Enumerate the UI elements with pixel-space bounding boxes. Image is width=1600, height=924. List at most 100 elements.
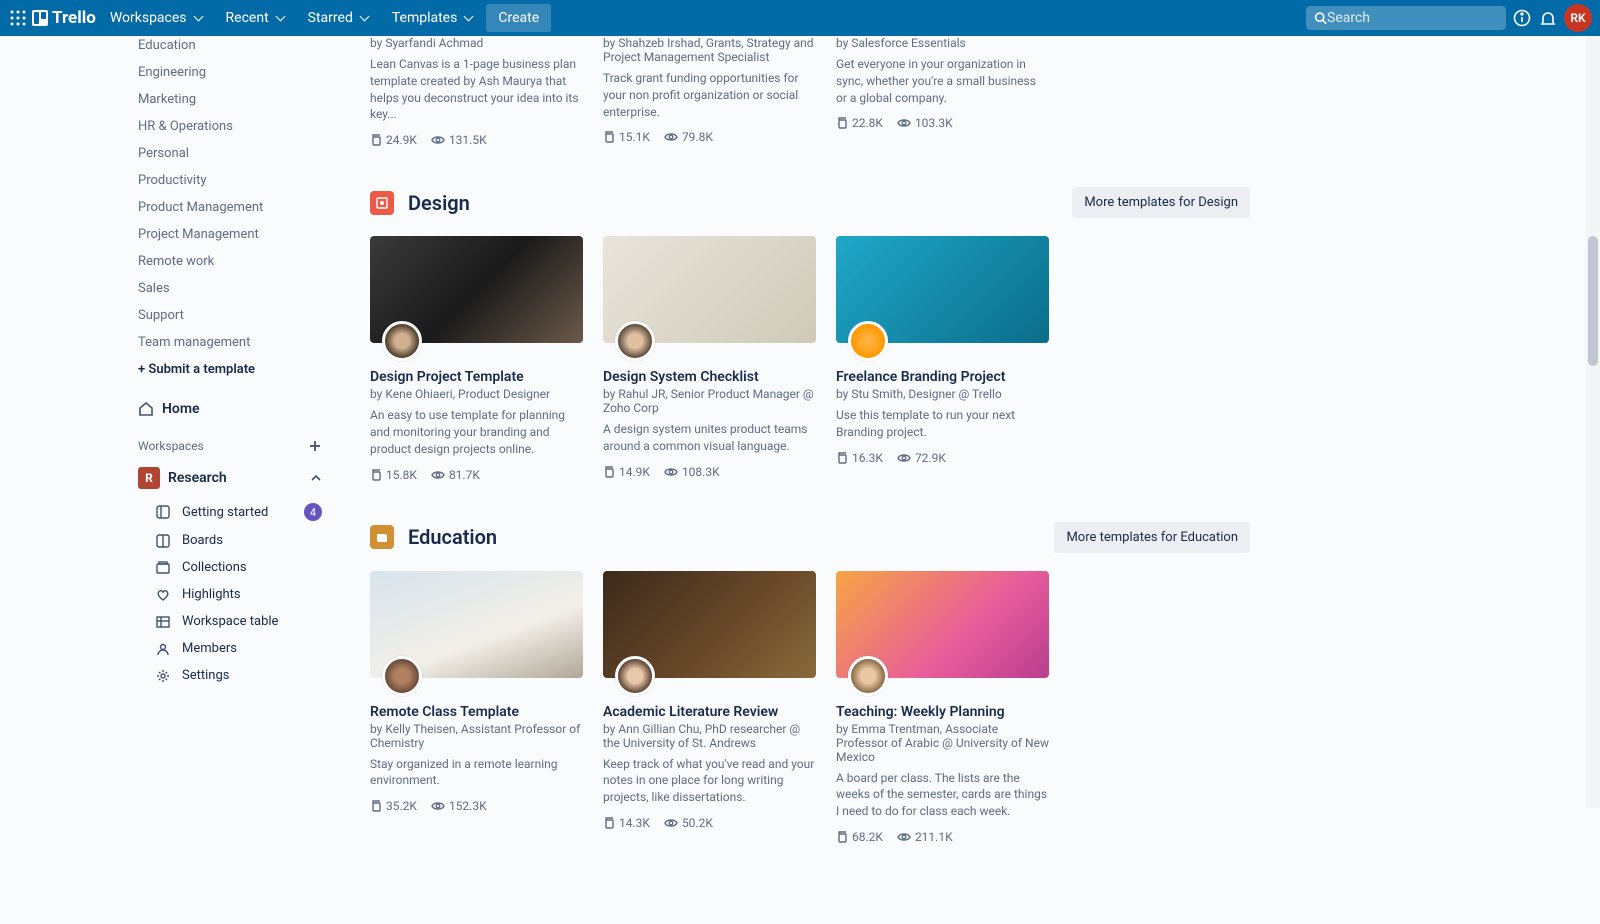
sidebar-cat-project-management[interactable]: Project Management [130, 221, 330, 248]
sidebar-cat-remote-work[interactable]: Remote work [130, 248, 330, 275]
eye-icon [897, 452, 911, 464]
template-card[interactable]: by Shahzeb Irshad, Grants, Strategy and … [603, 36, 816, 147]
card-stats: 35.2K 152.3K [370, 799, 583, 813]
template-card[interactable]: by Salesforce Essentials Get everyone in… [836, 36, 1049, 147]
template-card[interactable]: Design Project Template by Kene Ohiaeri,… [370, 236, 583, 481]
user-avatar[interactable]: RK [1564, 4, 1592, 32]
template-card[interactable]: Design System Checklist by Rahul JR, Sen… [603, 236, 816, 481]
ws-item-members[interactable]: Members [130, 635, 330, 662]
card-author: by Salesforce Essentials [836, 36, 1049, 50]
ws-item-highlights[interactable]: Highlights [130, 581, 330, 608]
card-image [370, 571, 583, 678]
ws-item-label: Members [182, 641, 237, 656]
card-author: by Rahul JR, Senior Product Manager @ Zo… [603, 387, 816, 415]
template-card[interactable]: Freelance Branding Project by Stu Smith,… [836, 236, 1049, 481]
chevron-up-icon [310, 472, 322, 484]
card-author: by Kene Ohiaeri, Product Designer [370, 387, 583, 401]
card-avatar [615, 321, 655, 361]
eye-icon [664, 466, 678, 478]
eye-icon [664, 817, 678, 829]
brand-logo[interactable]: Trello [32, 8, 96, 28]
card-avatar [848, 656, 888, 696]
scrollbar[interactable] [1586, 36, 1600, 808]
workspace-row-research[interactable]: R Research [130, 459, 330, 497]
card-desc: Track grant funding opportunities for yo… [603, 70, 816, 120]
copy-icon [603, 817, 615, 829]
template-card[interactable]: by Syarfandi Achmad Lean Canvas is a 1-p… [370, 36, 583, 147]
template-card[interactable]: Teaching: Weekly Planning by Emma Trentm… [836, 571, 1049, 844]
card-author: by Ann Gillian Chu, PhD researcher @ the… [603, 722, 816, 750]
ws-item-label: Getting started [182, 505, 268, 520]
menu-templates[interactable]: Templates [382, 4, 483, 32]
card-image [603, 571, 816, 678]
card-desc: Keep track of what you've read and your … [603, 756, 816, 806]
card-desc: An easy to use template for planning and… [370, 407, 583, 457]
menu-recent[interactable]: Recent [216, 4, 294, 32]
card-author: by Emma Trentman, Associate Professor of… [836, 722, 1049, 764]
collections-icon [156, 561, 172, 575]
template-card[interactable]: Remote Class Template by Kelly Theisen, … [370, 571, 583, 844]
sidebar-cat-personal[interactable]: Personal [130, 140, 330, 167]
card-title: Teaching: Weekly Planning [836, 704, 1049, 720]
ws-item-label: Boards [182, 533, 223, 548]
section-title-design: Design [408, 191, 470, 215]
ws-item-settings[interactable]: Settings [130, 662, 330, 689]
info-icon[interactable] [1512, 8, 1532, 28]
card-image [836, 236, 1049, 343]
sidebar-submit-template[interactable]: + Submit a template [130, 356, 330, 383]
menu-workspaces[interactable]: Workspaces [100, 4, 212, 32]
create-button[interactable]: Create [486, 4, 551, 32]
sidebar-cat-product-management[interactable]: Product Management [130, 194, 330, 221]
sidebar-cat-hr-operations[interactable]: HR & Operations [130, 113, 330, 140]
ws-item-label: Collections [182, 560, 247, 575]
scrollbar-thumb[interactable] [1588, 236, 1598, 366]
card-author: by Stu Smith, Designer @ Trello [836, 387, 1049, 401]
card-stats: 15.8K 81.7K [370, 468, 583, 482]
ws-item-label: Settings [182, 668, 229, 683]
brand-text: Trello [52, 8, 96, 28]
card-stats: 22.8K 103.3K [836, 116, 1049, 130]
ws-item-collections[interactable]: Collections [130, 554, 330, 581]
sidebar-cat-productivity[interactable]: Productivity [130, 167, 330, 194]
card-desc: A design system unites product teams aro… [603, 421, 816, 455]
sidebar-cat-sales[interactable]: Sales [130, 275, 330, 302]
heart-icon [156, 588, 172, 602]
sidebar-cat-engineering[interactable]: Engineering [130, 59, 330, 86]
apps-icon[interactable] [8, 8, 28, 28]
menu-starred[interactable]: Starred [298, 4, 378, 32]
eye-icon [431, 800, 445, 812]
copy-icon [370, 134, 382, 146]
copy-icon [370, 800, 382, 812]
eye-icon [897, 831, 911, 843]
copy-icon [836, 117, 848, 129]
card-title: Remote Class Template [370, 704, 583, 720]
card-image [603, 236, 816, 343]
sidebar-home[interactable]: Home [130, 393, 330, 425]
card-avatar [382, 656, 422, 696]
search-input[interactable] [1327, 10, 1498, 26]
sidebar-cat-team-management[interactable]: Team management [130, 329, 330, 356]
card-stats: 68.2K 211.1K [836, 830, 1049, 844]
workspace-name: Research [168, 470, 227, 486]
card-image [836, 571, 1049, 678]
boards-icon [156, 534, 172, 548]
more-templates-education[interactable]: More templates for Education [1054, 522, 1250, 553]
template-card[interactable]: Academic Literature Review by Ann Gillia… [603, 571, 816, 844]
sidebar-cat-support[interactable]: Support [130, 302, 330, 329]
more-templates-design[interactable]: More templates for Design [1072, 187, 1250, 218]
ws-item-getting-started[interactable]: Getting started 4 [130, 497, 330, 527]
add-workspace-button[interactable] [308, 439, 322, 453]
table-icon [156, 615, 172, 629]
card-desc: Get everyone in your organization in syn… [836, 56, 1049, 106]
card-author: by Kelly Theisen, Assistant Professor of… [370, 722, 583, 750]
card-avatar [382, 321, 422, 361]
search-box[interactable] [1306, 6, 1506, 30]
sidebar-cat-education[interactable]: Education [130, 32, 330, 59]
eye-icon [431, 134, 445, 146]
ws-item-boards[interactable]: Boards [130, 527, 330, 554]
notification-icon[interactable] [1538, 8, 1558, 28]
card-desc: Lean Canvas is a 1-page business plan te… [370, 56, 583, 123]
ws-item-workspace-table[interactable]: Workspace table [130, 608, 330, 635]
sidebar-cat-marketing[interactable]: Marketing [130, 86, 330, 113]
copy-icon [603, 466, 615, 478]
